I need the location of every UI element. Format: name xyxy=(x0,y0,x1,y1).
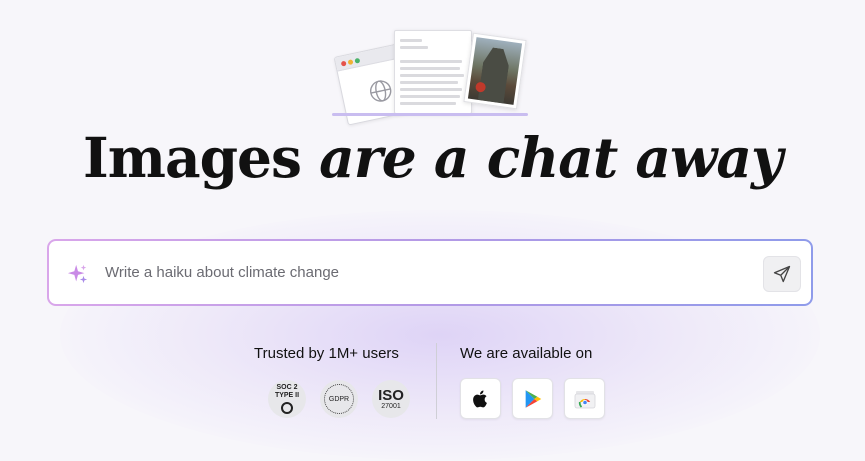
iso-badge: ISO 27001 xyxy=(372,380,410,418)
soc2-line2: TYPE II xyxy=(274,392,300,399)
photo-illustration xyxy=(463,32,527,110)
soc2-line1: SOC 2 xyxy=(276,384,298,391)
trust-heading: Trusted by 1M+ users xyxy=(254,345,399,362)
title-italic: are a chat away xyxy=(319,125,783,190)
apple-icon xyxy=(472,390,487,407)
google-play-store-button[interactable] xyxy=(512,378,553,419)
gdpr-badge: GDPR xyxy=(320,380,358,418)
google-play-icon xyxy=(525,389,541,408)
soc2-badge: SOC 2 TYPE II xyxy=(268,380,306,418)
chrome-icon xyxy=(574,390,595,408)
prompt-input[interactable] xyxy=(105,241,745,304)
gdpr-label: GDPR xyxy=(328,395,350,403)
send-icon xyxy=(773,265,791,283)
sparkle-icon xyxy=(67,264,88,284)
chrome-web-store-button[interactable] xyxy=(564,378,605,419)
page-title: Images are a chat away xyxy=(0,125,865,190)
iso-label: ISO xyxy=(378,386,404,404)
send-button[interactable] xyxy=(763,256,801,292)
globe-icon xyxy=(369,80,392,102)
hero-illustration xyxy=(332,28,530,126)
document-illustration xyxy=(394,30,472,114)
apple-app-store-button[interactable] xyxy=(460,378,501,419)
availability-heading: We are available on xyxy=(460,345,593,362)
title-bold: Images xyxy=(83,125,302,190)
iso-number: 27001 xyxy=(381,402,401,410)
section-divider xyxy=(436,343,437,419)
prompt-box xyxy=(47,239,813,306)
